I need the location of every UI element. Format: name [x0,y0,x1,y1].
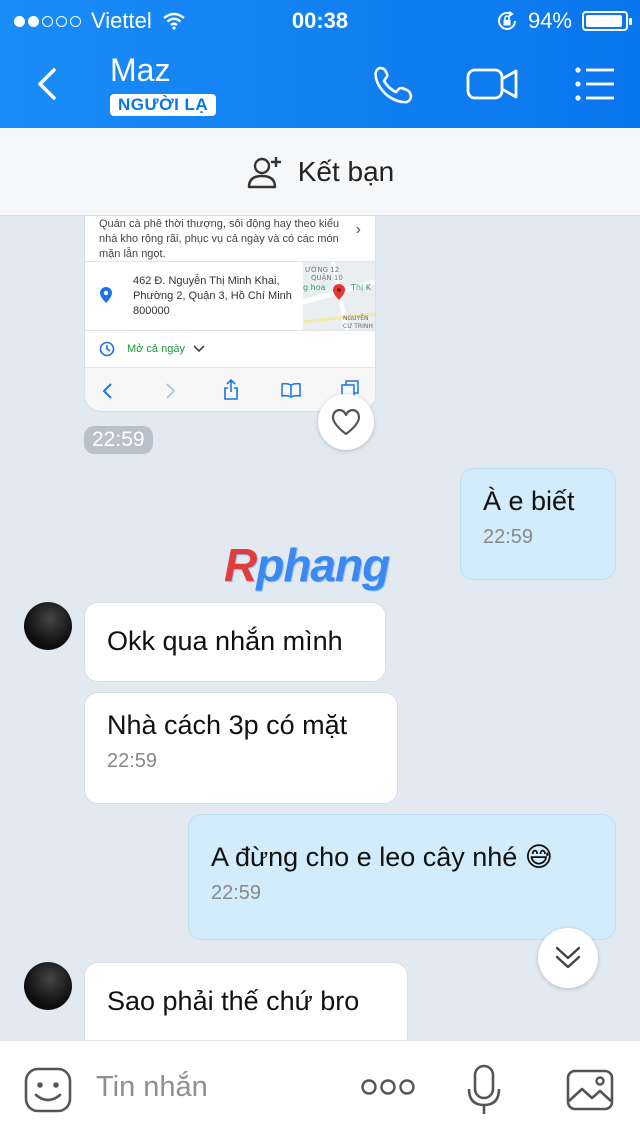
back-button[interactable] [26,62,66,106]
svg-text:CƯ TRINH: CƯ TRINH [343,323,373,330]
message-time: 22:59 [483,526,534,548]
message-time: 22:59 [107,750,158,772]
message-text: A đừng cho e leo cây nhé 😅 [211,842,553,872]
react-heart-button[interactable] [318,394,374,450]
menu-button[interactable] [568,62,624,106]
more-options-button[interactable] [360,1077,416,1097]
bookmarks-icon [281,382,301,398]
message-list[interactable]: Quán cà phê thời thượng, sôi động hay th… [0,216,640,1040]
chevron-down-icon [193,345,205,353]
place-description: Quán cà phê thời thượng, sôi động hay th… [99,218,340,260]
svg-text:ƯỜNG 12: ƯỜNG 12 [305,265,339,274]
browser-forward-icon [166,383,176,399]
add-friend-button[interactable]: Kết bạn [0,128,640,216]
message-text: À e biết [483,486,575,516]
double-chevron-down-icon [555,946,581,969]
map-image: ƯỜNG 12 QUẬN 10 g hoa Thị K NGUYỄN CƯ TR… [302,261,375,331]
message-time: 22:59 [211,882,262,904]
map-thumbnail[interactable]: ƯỜNG 12 QUẬN 10 g hoa Thị K NGUYỄN CƯ TR… [302,261,375,331]
add-friend-label: Kết bạn [297,155,395,187]
browser-back-icon [102,383,112,399]
location-pin-icon [100,287,112,303]
avatar[interactable] [24,962,72,1010]
share-icon [224,379,238,400]
watermark-logo: Rphang [224,539,390,591]
message-text: Nhà cách 3p có mặt [107,710,348,740]
voice-call-button[interactable] [366,62,422,106]
add-friend-icon [247,156,281,188]
message-input[interactable]: Tin nhắn [96,1071,208,1104]
chevron-right-icon: › [355,221,361,238]
message-bubble-received[interactable]: Nhà cách 3p có mặt 22:59 [84,692,398,804]
stranger-badge: NGƯỜI LẠ [110,94,217,116]
chat-header: Viettel 00:38 94% Maz NGƯỜI LẠ [0,0,640,128]
microphone-button[interactable] [466,1063,502,1117]
message-text: Sao phải thế chứ bro [107,986,360,1016]
video-call-button[interactable] [464,62,520,106]
place-address: 462 Đ. Nguyễn Thị Minh Khai, Phường 2, Q… [133,275,292,317]
svg-text:Thị K: Thị K [350,283,372,293]
place-address-row[interactable]: 462 Đ. Nguyễn Thị Minh Khai, Phường 2, Q… [85,261,375,331]
message-bubble-received[interactable]: Sao phải thế chứ bro [84,962,408,1040]
battery-percent: 94% [527,8,572,33]
message-bubble-received[interactable]: Okk qua nhắn mình [84,602,386,682]
message-timestamp: 22:59 [84,426,153,454]
svg-text:g hoa: g hoa [303,283,326,292]
shared-place-card[interactable]: Quán cà phê thời thượng, sôi động hay th… [84,216,376,412]
status-right: 94% [496,8,632,34]
place-hours: Mở cả ngày [127,343,185,355]
scroll-to-bottom-button[interactable] [538,928,598,988]
sticker-button[interactable] [22,1065,74,1115]
clock-icon [99,341,115,357]
status-bar: Viettel 00:38 94% [0,0,640,40]
message-text: Okk qua nhắn mình [107,626,343,656]
battery-icon [582,11,632,31]
avatar[interactable] [24,602,72,650]
svg-text:QUẬN 10: QUẬN 10 [311,273,343,282]
svg-text:NGUYỄN: NGUYỄN [343,314,368,322]
contact-name[interactable]: Maz [110,52,170,89]
rotation-lock-icon [497,11,516,30]
photo-button[interactable] [564,1065,616,1115]
heart-icon [331,408,361,436]
message-composer: Tin nhắn [0,1040,640,1136]
message-bubble-sent[interactable]: A đừng cho e leo cây nhé 😅 22:59 [188,814,616,940]
place-hours-row[interactable]: Mở cả ngày [85,331,375,367]
message-bubble-sent[interactable]: À e biết 22:59 [460,468,616,580]
